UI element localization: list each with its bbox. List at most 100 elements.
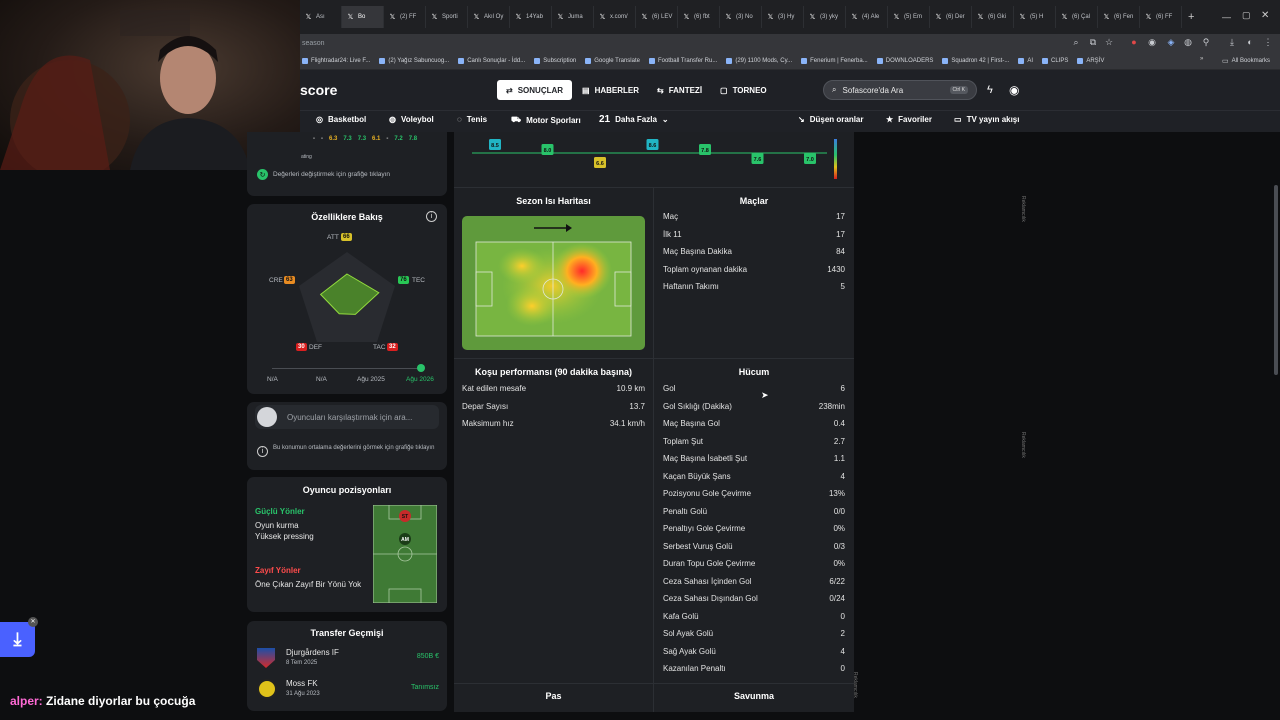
browser-tab[interactable]: 𝕏 (6) fbt — [678, 6, 720, 28]
bookmark-item[interactable]: ARŞİV — [1077, 57, 1104, 64]
tab-favicon-icon: 𝕏 — [935, 14, 942, 21]
window-maximize-icon[interactable]: ▢ — [1242, 10, 1251, 21]
tv-schedule-link[interactable]: ▭ TV yayın akışı — [954, 115, 1019, 124]
stat-row: Pozisyonu Gole Çevirme 13% — [663, 485, 845, 503]
extension-icon[interactable]: ● — [1128, 37, 1140, 49]
extension-icon[interactable]: ◍ — [1182, 37, 1194, 49]
timeline-slider-handle[interactable] — [417, 364, 425, 372]
bookmark-item[interactable]: Google Translate — [585, 57, 640, 64]
browser-tab[interactable]: 𝕏 14Yab — [510, 6, 552, 28]
extension-icon[interactable]: ◈ — [1165, 37, 1177, 49]
browser-tab[interactable]: 𝕏 (6) Gki — [972, 6, 1014, 28]
new-tab-icon[interactable]: + — [1188, 11, 1194, 23]
stat-label: Kat edilen mesafe — [462, 384, 527, 394]
bookmark-item[interactable]: Squadron 42 | First-... — [942, 57, 1009, 64]
bookmark-item[interactable]: Fenerium | Fenerba... — [801, 57, 868, 64]
bookmark-favicon-icon — [876, 57, 883, 64]
download-widget[interactable]: ⤓ — [0, 622, 35, 657]
extension-icon[interactable]: ◉ — [1146, 37, 1158, 49]
browser-tab[interactable]: 𝕏 (6) FF — [1140, 6, 1182, 28]
lightning-icon[interactable]: ϟ — [987, 84, 993, 96]
extensions-puzzle-icon[interactable]: ⚲ — [1200, 37, 1212, 49]
url-text[interactable]: season — [302, 40, 325, 47]
info-icon[interactable]: i — [426, 211, 437, 222]
browser-tab[interactable]: 𝕏 (6) LEV — [636, 6, 678, 28]
transfer-row[interactable]: Moss FK 31 Ağu 2023 Tanımsız — [255, 677, 439, 701]
bookmark-item[interactable]: (29) 1100 Mods, Cy... — [726, 57, 792, 64]
browser-tab[interactable]: 𝕏 Juma — [552, 6, 594, 28]
browser-tab[interactable]: 𝕏 (2) FF — [384, 6, 426, 28]
nav-torneo-button[interactable]: ▢ TORNEO — [711, 80, 776, 100]
browser-tab[interactable]: 𝕏 (6) Fen — [1098, 6, 1140, 28]
rating-line-chart[interactable]: 8.5 8.0 6.6 8.6 7.8 7.6 7.0 — [462, 135, 846, 185]
browser-tab[interactable]: 𝕏 (6) Der — [930, 6, 972, 28]
bookmark-item[interactable]: AI — [1018, 57, 1033, 64]
bookmark-star-icon[interactable]: ☆ — [1103, 37, 1115, 49]
bookmarks-overflow-icon[interactable]: » — [1200, 56, 1203, 62]
stat-label: Duran Topu Gole Çevirme — [663, 559, 756, 569]
transfer-row[interactable]: Djurgårdens IF 8 Tem 2025 850B € — [255, 646, 439, 670]
dropping-odds-link[interactable]: ↘ Düşen oranlar — [798, 115, 864, 124]
stat-label: Serbest Vuruş Golü — [663, 541, 733, 551]
bookmark-item[interactable]: (2) Yağız Sabuncuog... — [379, 57, 449, 64]
install-icon[interactable]: ⧉ — [1087, 37, 1099, 49]
bookmark-item[interactable]: Flightradar24: Live F... — [302, 57, 370, 64]
bookmark-item[interactable]: Canlı Sonuçlar - İdd... — [458, 57, 525, 64]
bookmark-item[interactable]: CLIPS — [1042, 57, 1068, 64]
tab-favicon-icon: 𝕏 — [725, 14, 732, 21]
downloads-icon[interactable]: ⤓ — [1226, 37, 1238, 49]
rating-hint[interactable]: ↻ Değerleri değiştirmek için grafiğe tık… — [257, 169, 390, 180]
browser-tab[interactable]: 𝕏 (3) No — [720, 6, 762, 28]
stat-label: Gol Sıklığı (Dakika) — [663, 401, 732, 411]
volleyball-icon: ◍ — [389, 115, 396, 124]
user-account-icon[interactable]: ◉ — [1009, 83, 1019, 97]
browser-tab[interactable]: 𝕏 (5) Em — [888, 6, 930, 28]
position-am-label: AM — [401, 537, 409, 543]
sport-tennis[interactable]: ◌ Tenis — [457, 115, 487, 124]
sport-volleyball[interactable]: ◍ Voleybol — [389, 115, 434, 124]
nav-news-button[interactable]: ▤ HABERLER — [573, 80, 648, 100]
compare-search-input[interactable]: Oyuncuları karşılaştırmak için ara... — [255, 405, 439, 429]
nav-results-button[interactable]: ⇄ SONUÇLAR — [497, 80, 573, 100]
favorites-link[interactable]: ★ Favoriler — [886, 115, 932, 124]
bookmark-item[interactable]: Football Transfer Ru... — [648, 57, 717, 64]
stat-label: Toplam Şut — [663, 436, 704, 446]
attribute-pentagon-chart[interactable] — [295, 248, 399, 348]
zoom-icon[interactable]: ⌕ — [1070, 37, 1082, 49]
sport-motorsport[interactable]: ⛟ Motor Sporları — [511, 115, 581, 125]
close-icon[interactable]: ✕ — [28, 617, 38, 627]
season-heatmap[interactable] — [462, 216, 645, 350]
browser-tab[interactable]: 𝕏 (5) H — [1014, 6, 1056, 28]
stat-value: 0/3 — [833, 541, 845, 551]
browser-tab[interactable]: 𝕏 (6) Çal — [1056, 6, 1098, 28]
browser-tab[interactable]: 𝕏 (4) Ale — [846, 6, 888, 28]
info-icon: i — [257, 446, 268, 457]
position-pitch[interactable]: ST AM — [373, 505, 437, 603]
browser-tab[interactable]: 𝕏 Ası — [300, 6, 342, 28]
browser-tab[interactable]: 𝕏 (3) yky — [804, 6, 846, 28]
sport-more-dropdown[interactable]: 21 Daha Fazla ⌄ — [599, 114, 669, 125]
browser-tab[interactable]: 𝕏x.com/ — [594, 6, 636, 28]
browser-tab[interactable]: 𝕏 Sporti — [426, 6, 468, 28]
stat-value: 0/0 — [833, 506, 845, 516]
profile-avatar-icon[interactable]: ◐ — [1244, 37, 1256, 49]
page-scrollbar[interactable] — [1274, 185, 1278, 375]
rating-card: - -6.3 7.3 7.3 6.1-7.2 7.8 ating ↻ Değerleri … — [247, 132, 447, 196]
tab-favicon-icon: 𝕏 — [641, 14, 648, 21]
site-logo[interactable]: score — [300, 82, 337, 98]
window-minimize-icon[interactable]: — — [1222, 12, 1231, 22]
sport-basketball[interactable]: ◎ Basketbol — [316, 115, 366, 124]
bookmark-item[interactable]: DOWNLOADERS — [876, 57, 933, 64]
window-close-icon[interactable]: ✕ — [1261, 10, 1269, 21]
bookmark-item[interactable]: Subscription — [534, 57, 576, 64]
all-bookmarks[interactable]: ▭ All Bookmarks — [1222, 57, 1270, 65]
stat-row: Depar Sayısı 13.7 — [462, 398, 645, 416]
browser-tab[interactable]: 𝕏 (3) Hy — [762, 6, 804, 28]
browser-tab[interactable]: 𝕏 Akıl Oy — [468, 6, 510, 28]
timeline-slider-track[interactable] — [272, 368, 422, 369]
nav-fantasy-button[interactable]: ⇆ FANTEZİ — [648, 80, 711, 100]
browser-tab[interactable]: 𝕏 Bo — [342, 6, 384, 28]
search-input[interactable]: ⌕ Sofascore'da Ara Ctrl K — [823, 80, 977, 100]
motorsport-icon: ⛟ — [511, 115, 522, 124]
browser-menu-icon[interactable]: ⋮ — [1262, 37, 1274, 49]
